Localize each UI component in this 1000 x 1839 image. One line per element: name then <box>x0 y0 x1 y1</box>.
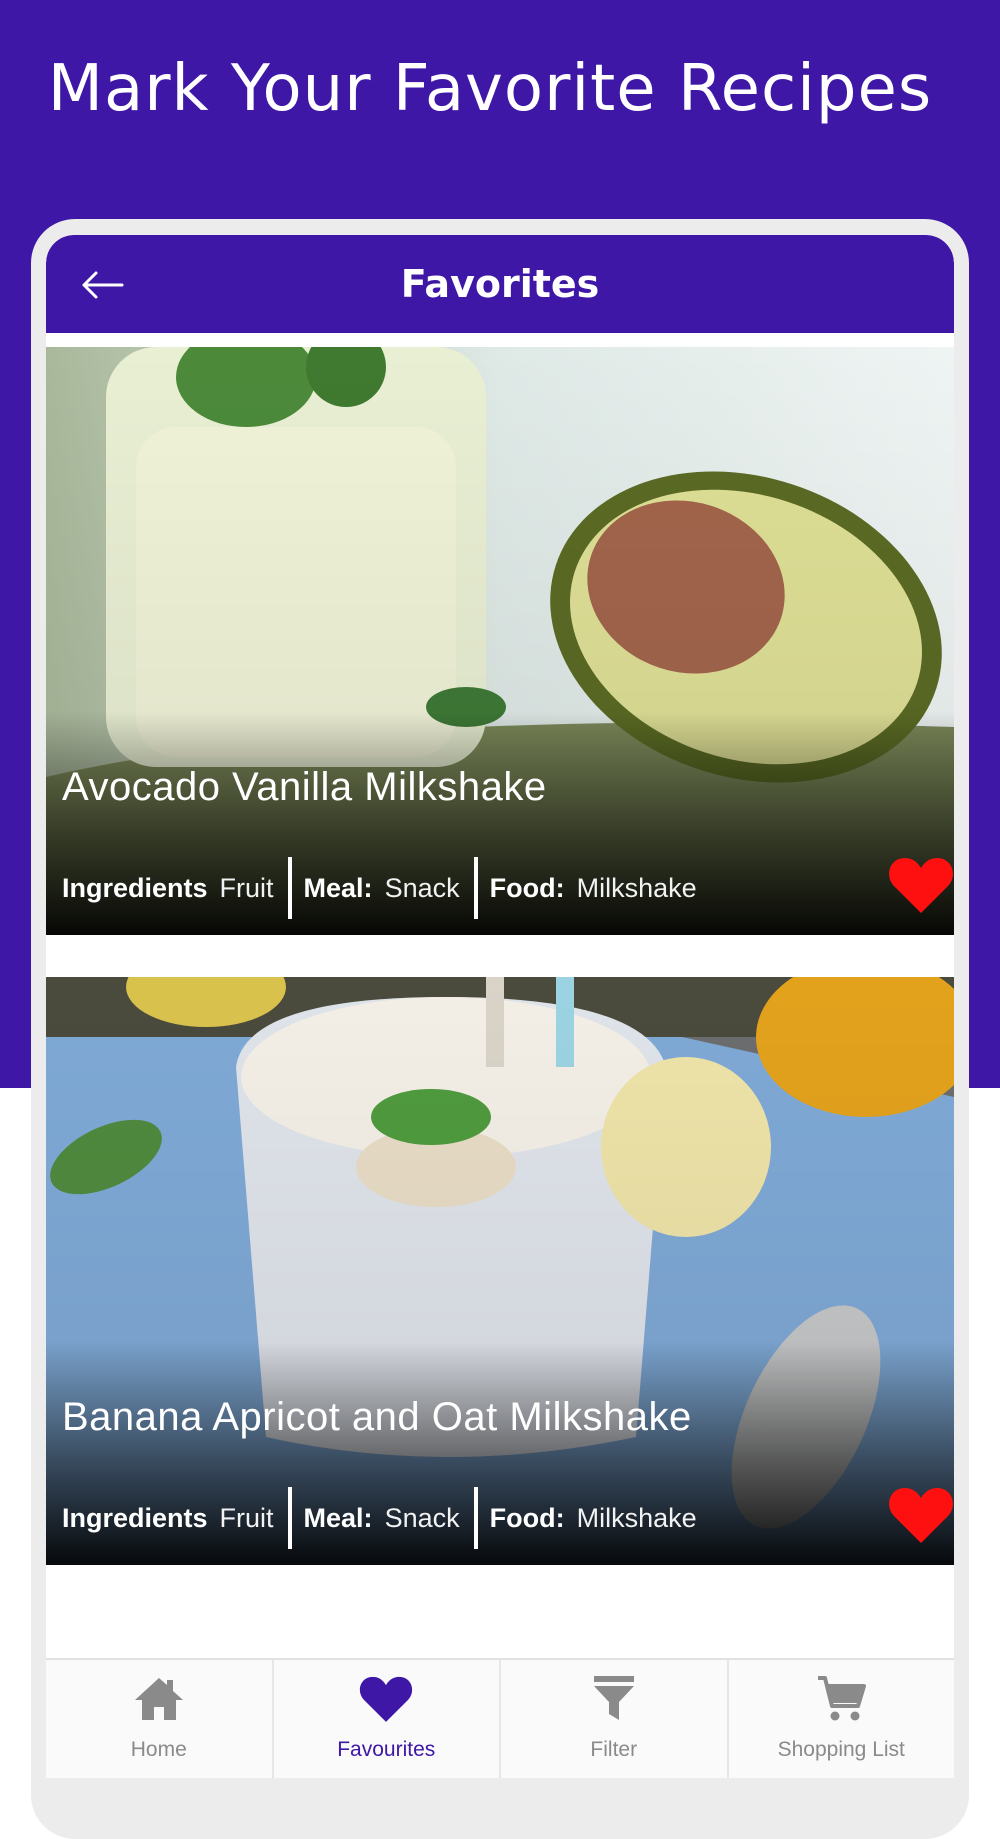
ingredients-value: Fruit <box>219 1502 274 1533</box>
meal-label: Meal: <box>303 872 373 903</box>
heart-icon <box>360 1676 413 1722</box>
favorite-button[interactable] <box>888 855 954 915</box>
recipe-meta: Ingredients Fruit Meal: Snack Food: Milk… <box>62 857 697 919</box>
divider <box>473 857 478 919</box>
recipe-card[interactable]: Banana Apricot and Oat Milkshake Ingredi… <box>46 977 954 1565</box>
nav-label: Shopping List <box>777 1738 905 1761</box>
ingredients-label: Ingredients <box>62 1502 208 1533</box>
nav-item-filter[interactable]: Filter <box>501 1660 729 1778</box>
recipe-title: Banana Apricot and Oat Milkshake <box>62 1395 692 1439</box>
divider <box>287 1487 292 1549</box>
food-label: Food: <box>489 872 565 903</box>
nav-label: Filter <box>590 1738 638 1761</box>
page-title: Favorites <box>400 262 600 306</box>
ingredients-value: Fruit <box>219 872 274 903</box>
recipe-title: Avocado Vanilla Milkshake <box>62 765 547 809</box>
food-label: Food: <box>489 1502 565 1533</box>
meal-label: Meal: <box>303 1502 373 1533</box>
promo-title: Mark Your Favorite Recipes <box>47 52 933 126</box>
heart-icon <box>889 1488 953 1543</box>
cart-icon <box>818 1676 867 1721</box>
home-icon <box>134 1678 183 1720</box>
nav-item-shopping-list[interactable]: Shopping List <box>729 1660 955 1778</box>
food-value: Milkshake <box>576 1502 697 1533</box>
meal-value: Snack <box>384 872 460 903</box>
food-value: Milkshake <box>576 872 697 903</box>
meal-value: Snack <box>384 1502 460 1533</box>
divider <box>473 1487 478 1549</box>
nav-item-favourites[interactable]: Favourites <box>274 1660 501 1778</box>
divider <box>287 857 292 919</box>
app-bar: Favorites <box>46 235 954 333</box>
recipe-photo <box>46 347 954 935</box>
ingredients-label: Ingredients <box>62 872 208 903</box>
filter-icon <box>593 1676 634 1720</box>
recipe-photo <box>46 977 954 1565</box>
favorite-button[interactable] <box>888 1485 954 1545</box>
nav-item-home[interactable]: Home <box>46 1660 274 1778</box>
bottom-navigation: Home Favourites Filter Shopping List <box>46 1658 954 1778</box>
heart-icon <box>889 858 953 913</box>
recipe-card[interactable]: Avocado Vanilla Milkshake Ingredients Fr… <box>46 347 954 935</box>
nav-label: Home <box>130 1738 187 1761</box>
app-screen: Favorites Avocado Vanilla Milkshake Ingr… <box>46 235 954 1778</box>
recipe-meta: Ingredients Fruit Meal: Snack Food: Milk… <box>62 1487 697 1549</box>
nav-label: Favourites <box>337 1738 436 1761</box>
